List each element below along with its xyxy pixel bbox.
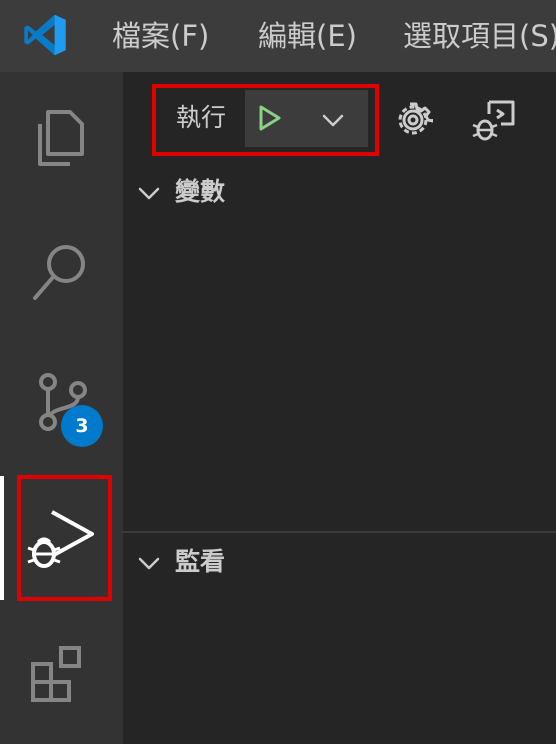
title-bar: 檔案(F) 編輯(E) 選取項目(S): [0, 0, 556, 72]
chevron-down-icon[interactable]: [137, 552, 161, 576]
menu-file[interactable]: 檔案(F): [112, 16, 209, 56]
run-label: 執行: [176, 103, 227, 132]
play-icon[interactable]: [253, 102, 285, 134]
search-icon[interactable]: [22, 232, 102, 312]
run-debug-sidebar: 執行 變數 監看: [123, 72, 556, 744]
watch-section-header[interactable]: 監看: [123, 542, 556, 584]
chevron-down-icon[interactable]: [319, 106, 347, 134]
debug-console-icon[interactable]: [471, 96, 519, 144]
files-icon[interactable]: [22, 98, 102, 178]
source-control-badge: 3: [61, 405, 103, 447]
active-indicator: [0, 476, 4, 600]
menu-edit[interactable]: 編輯(E): [258, 16, 357, 56]
section-divider[interactable]: [123, 531, 556, 533]
watch-section-title: 監看: [175, 547, 226, 576]
vscode-logo-icon[interactable]: [22, 12, 68, 58]
chevron-down-icon[interactable]: [137, 182, 161, 206]
variables-section-header[interactable]: 變數: [123, 172, 556, 214]
menu-selection[interactable]: 選取項目(S): [403, 16, 556, 56]
run-debug-icon[interactable]: [22, 502, 102, 582]
activity-bar: 3: [0, 72, 123, 744]
variables-section-title: 變數: [175, 177, 226, 206]
extensions-icon[interactable]: [22, 637, 102, 717]
run-config-dropdown[interactable]: [245, 90, 368, 147]
gear-icon[interactable]: [393, 100, 433, 140]
